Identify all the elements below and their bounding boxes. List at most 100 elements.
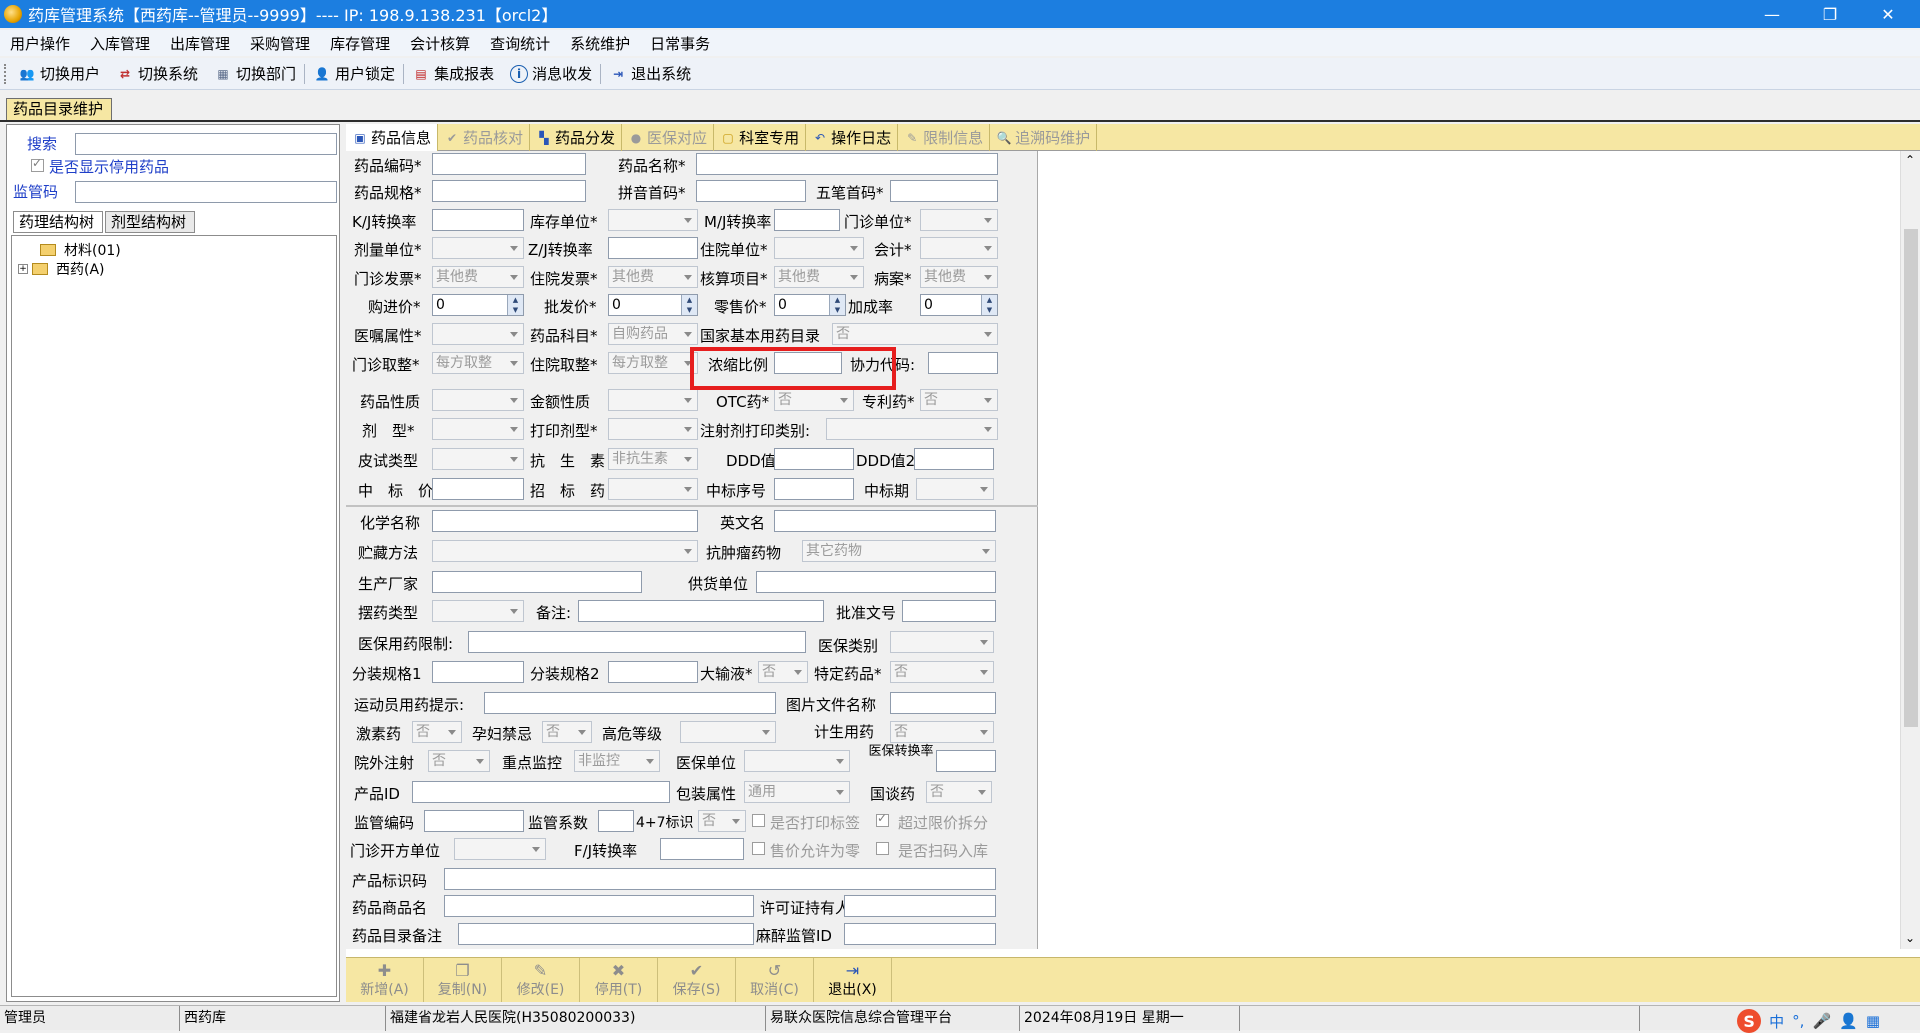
- switch-department-button[interactable]: ▦ 切换部门: [206, 61, 304, 87]
- expand-icon[interactable]: +: [18, 264, 28, 274]
- tab-dept-special[interactable]: ▢ 科室专用: [714, 124, 807, 151]
- dosage-form-select[interactable]: [432, 418, 524, 440]
- basic-drug-select[interactable]: 否: [832, 323, 998, 345]
- inject-print-select[interactable]: [826, 418, 998, 440]
- ip-round-select[interactable]: 每方取整: [608, 352, 698, 374]
- regulatory-coef-input[interactable]: [598, 810, 634, 832]
- family-planning-select[interactable]: 否: [890, 721, 994, 743]
- minimize-button[interactable]: —: [1744, 0, 1800, 28]
- cancel-button[interactable]: ↺ 取消(C): [736, 958, 814, 1002]
- menu-query[interactable]: 查询统计: [480, 33, 560, 54]
- bidding-select[interactable]: [608, 478, 698, 500]
- ddd-input[interactable]: [774, 448, 854, 470]
- exit-button[interactable]: ⇥ 退出(X): [814, 958, 892, 1002]
- kj-input[interactable]: [432, 209, 524, 231]
- catalog-remark-input[interactable]: [458, 923, 754, 945]
- lock-user-button[interactable]: 👤 用户锁定: [305, 61, 403, 87]
- menu-stock[interactable]: 库存管理: [320, 33, 400, 54]
- patent-select[interactable]: 否: [920, 389, 998, 411]
- spin-arrows-icon[interactable]: ▲ ▼: [681, 295, 697, 315]
- narcotic-id-input[interactable]: [844, 923, 996, 945]
- drug-spec-input[interactable]: [432, 180, 586, 202]
- tree-node-material[interactable]: 材料(01): [40, 240, 121, 260]
- print-dosage-select[interactable]: [608, 418, 698, 440]
- wholesale-price-input[interactable]: 0 ▲ ▼: [608, 294, 698, 316]
- ip-invoice-select[interactable]: 其他费: [608, 266, 698, 288]
- op-unit-select[interactable]: [920, 209, 998, 231]
- tab-drug-info[interactable]: ▣ 药品信息: [346, 124, 439, 151]
- wubi-input[interactable]: [890, 180, 998, 202]
- retail-price-input[interactable]: 0 ▲ ▼: [774, 294, 846, 316]
- show-disabled-checkbox[interactable]: [31, 156, 44, 172]
- cooperation-code-input[interactable]: [928, 352, 998, 374]
- mark-47-select[interactable]: 否: [698, 810, 746, 832]
- close-button[interactable]: ✕: [1860, 0, 1916, 28]
- menu-outbound[interactable]: 出库管理: [160, 33, 240, 54]
- drug-nature-select[interactable]: [432, 389, 524, 411]
- pack-spec2-input[interactable]: [608, 661, 698, 683]
- insurance-unit-select[interactable]: [744, 750, 850, 772]
- insurance-conversion-input[interactable]: [936, 750, 996, 772]
- remark-input[interactable]: [578, 600, 824, 622]
- supplier-input[interactable]: [756, 571, 996, 593]
- tab-operation-log[interactable]: ↶ 操作日志: [806, 124, 899, 151]
- calc-item-select[interactable]: 其他费: [774, 266, 864, 288]
- bid-no-input[interactable]: [774, 478, 854, 500]
- infusion-select[interactable]: 否: [758, 661, 808, 683]
- tab-insurance-map[interactable]: ● 医保对应: [622, 124, 715, 151]
- amount-nature-select[interactable]: [608, 389, 698, 411]
- pack-spec1-input[interactable]: [432, 661, 524, 683]
- ime-language[interactable]: 中: [1769, 1011, 1784, 1032]
- case-select[interactable]: 其他费: [920, 266, 998, 288]
- drug-name-input[interactable]: [696, 153, 998, 175]
- ip-unit-select[interactable]: [774, 237, 864, 259]
- ddd2-input[interactable]: [914, 448, 994, 470]
- spin-arrows-icon[interactable]: ▲ ▼: [981, 295, 997, 315]
- display-type-select[interactable]: [432, 600, 524, 622]
- otc-select[interactable]: 否: [774, 389, 854, 411]
- chemical-name-input[interactable]: [432, 510, 698, 532]
- risk-level-select[interactable]: [680, 721, 776, 743]
- mj-input[interactable]: [774, 209, 840, 231]
- accounting-select[interactable]: [920, 237, 998, 259]
- menu-purchase[interactable]: 采购管理: [240, 33, 320, 54]
- tab-limit-info[interactable]: ✎ 限制信息: [898, 124, 991, 151]
- pinyin-input[interactable]: [696, 180, 806, 202]
- punctuation-icon[interactable]: °,: [1792, 1012, 1804, 1030]
- op-round-select[interactable]: 每方取整: [432, 352, 524, 374]
- menu-maintenance[interactable]: 系统维护: [560, 33, 640, 54]
- stock-unit-select[interactable]: [608, 209, 698, 231]
- negotiated-drug-select[interactable]: 否: [926, 781, 992, 803]
- print-label-checkbox[interactable]: [752, 814, 765, 827]
- skin-test-select[interactable]: [432, 448, 524, 470]
- spin-arrows-icon[interactable]: ▲ ▼: [507, 295, 523, 315]
- special-drug-select[interactable]: 否: [890, 661, 994, 683]
- scroll-up-icon[interactable]: ⌃: [1905, 153, 1915, 167]
- tab-form-tree[interactable]: 剂型结构树: [105, 211, 195, 233]
- insurance-category-select[interactable]: [890, 631, 994, 653]
- bid-price-input[interactable]: [432, 478, 524, 500]
- buy-price-input[interactable]: 0 ▲ ▼: [432, 294, 524, 316]
- tab-drug-dispatch[interactable]: ▚ 药品分发: [530, 124, 623, 151]
- trade-name-input[interactable]: [444, 895, 754, 917]
- restore-button[interactable]: ❐: [1802, 0, 1858, 28]
- licensee-input[interactable]: [844, 895, 996, 917]
- scan-in-checkbox[interactable]: [876, 842, 889, 855]
- scroll-down-icon[interactable]: ⌄: [1905, 931, 1915, 945]
- save-button[interactable]: ✔ 保存(S): [658, 958, 736, 1002]
- bid-period-select[interactable]: [916, 478, 994, 500]
- search-input[interactable]: [75, 133, 337, 155]
- tab-drug-check[interactable]: ✔ 药品核对: [438, 124, 531, 151]
- storage-select[interactable]: [432, 540, 698, 562]
- zero-price-checkbox[interactable]: [752, 842, 765, 855]
- exit-system-button[interactable]: ⇥ 退出系统: [601, 61, 699, 87]
- microphone-icon[interactable]: 🎤: [1812, 1012, 1831, 1030]
- package-attr-select[interactable]: 通用: [744, 781, 850, 803]
- copy-button[interactable]: ❐ 复制(N): [424, 958, 502, 1002]
- manufacturer-input[interactable]: [432, 571, 642, 593]
- menu-inbound[interactable]: 入库管理: [80, 33, 160, 54]
- tree-node-western[interactable]: + 西药(A): [18, 259, 105, 279]
- anti-tumor-select[interactable]: 其它药物: [802, 540, 996, 562]
- user-icon[interactable]: 👤: [1839, 1012, 1858, 1030]
- regulatory-code-input[interactable]: [424, 810, 524, 832]
